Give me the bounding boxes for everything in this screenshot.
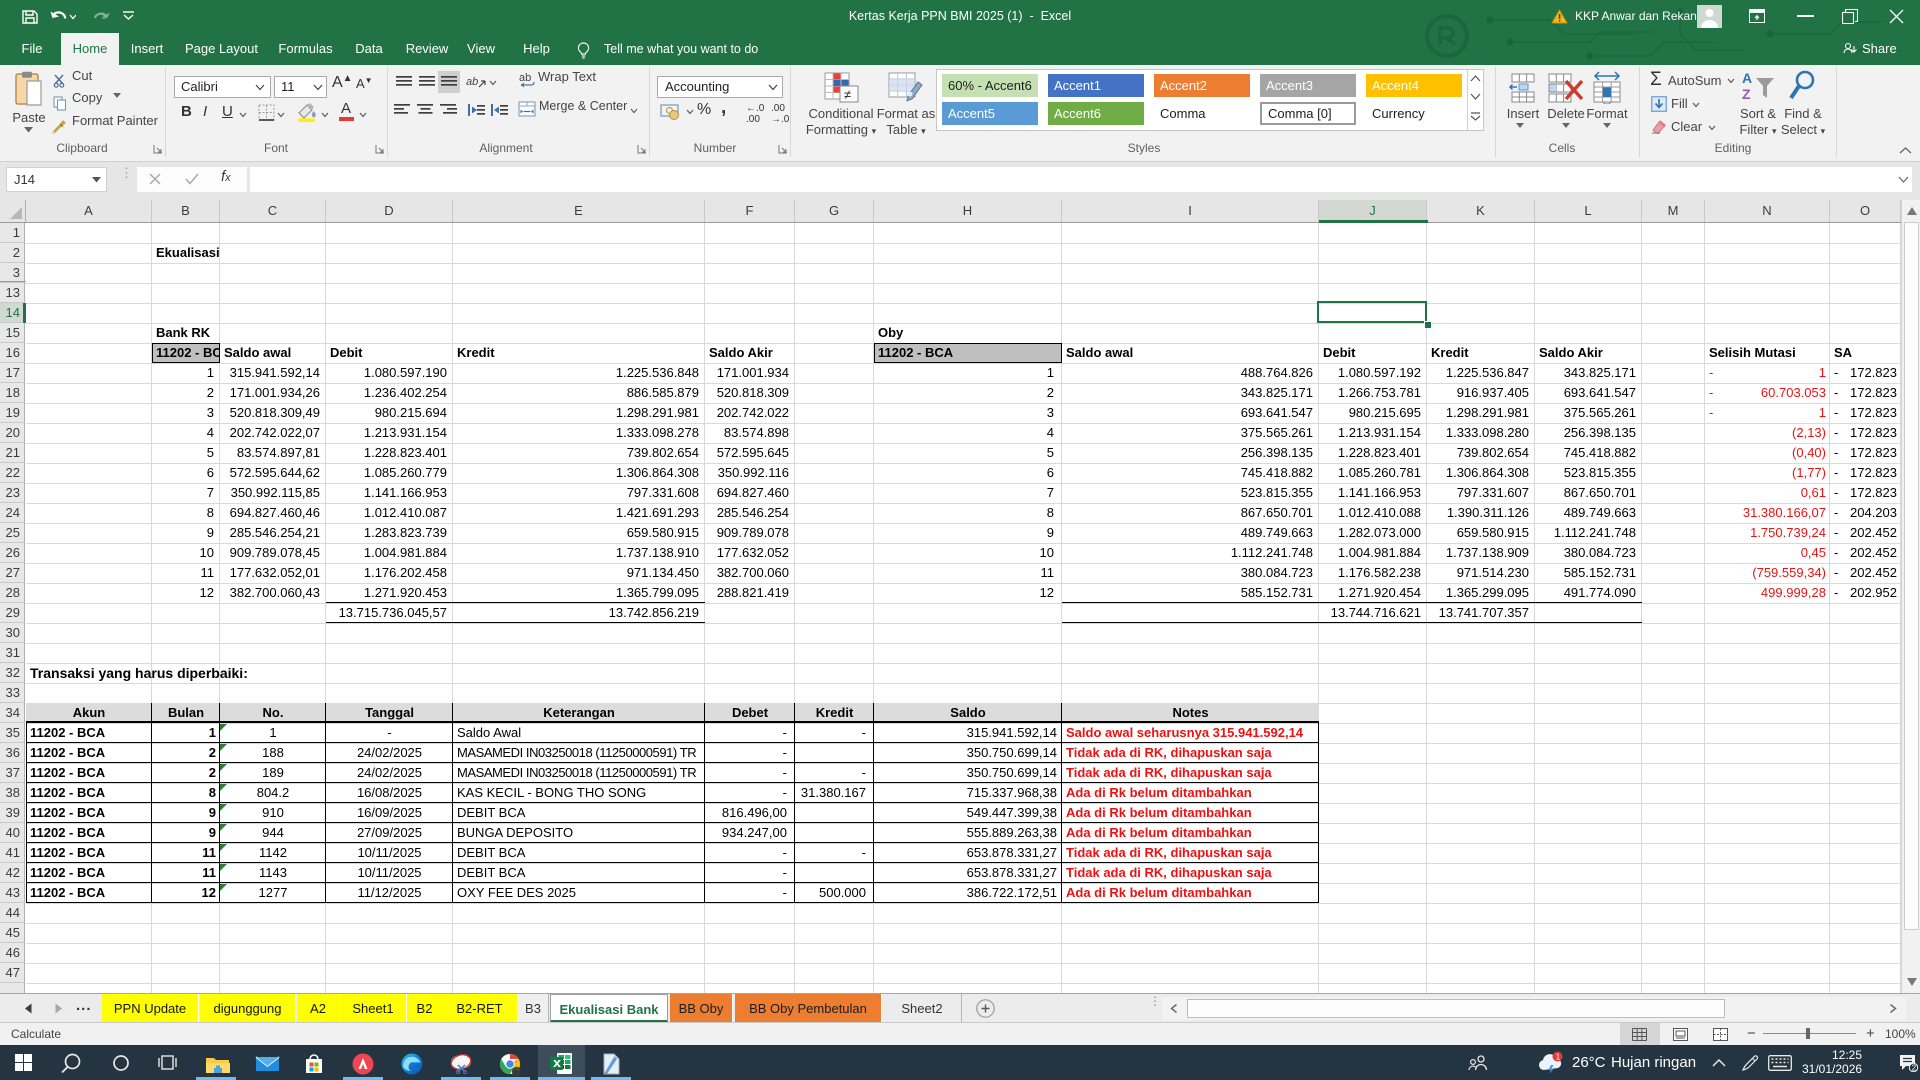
svg-text:2: 2 [1912,1063,1917,1072]
svg-text:1: 1 [1556,1053,1561,1062]
